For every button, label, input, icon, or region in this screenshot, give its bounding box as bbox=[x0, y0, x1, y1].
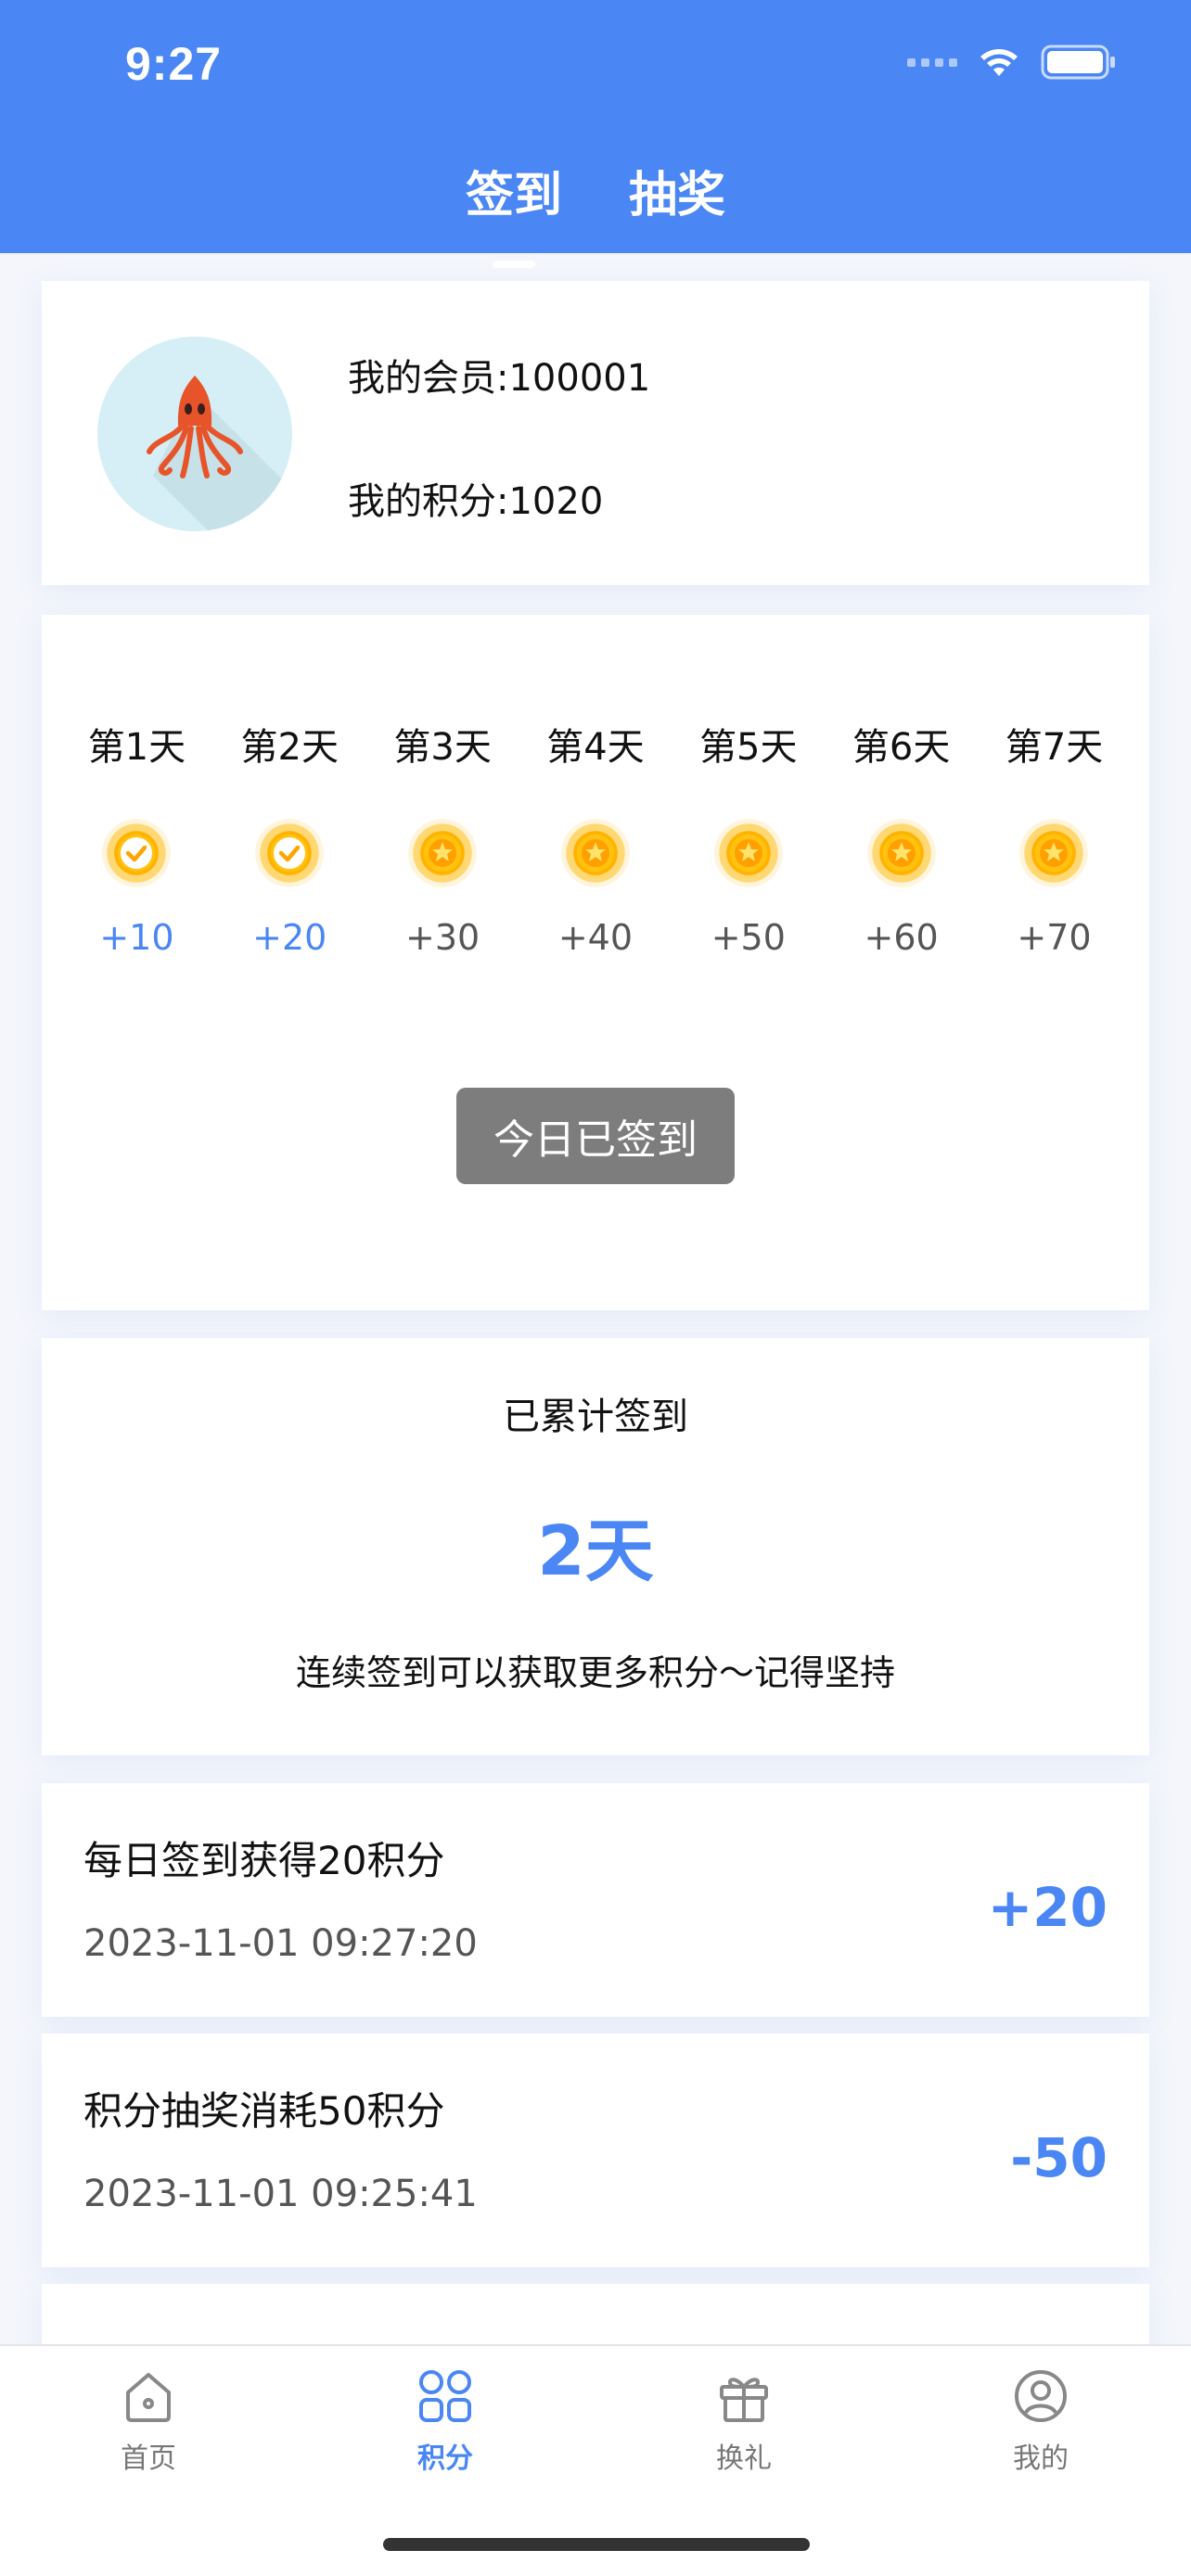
record-title: 每日签到获得20积分 bbox=[83, 1838, 445, 1883]
day-points: +40 bbox=[557, 917, 634, 958]
record-time: 2023-11-01 09:27:20 bbox=[83, 1922, 478, 1965]
star-coin-icon bbox=[560, 819, 630, 887]
record-time: 2023-11-01 09:25:41 bbox=[83, 2173, 478, 2215]
home-indicator bbox=[383, 2538, 810, 2551]
nav-label: 我的 bbox=[1013, 2442, 1069, 2475]
wifi-icon bbox=[978, 46, 1020, 78]
day-points: +20 bbox=[252, 917, 327, 958]
checkin-day: 第7天 +70 bbox=[993, 717, 1114, 958]
nav-gift[interactable]: 换礼 bbox=[670, 2366, 818, 2476]
tab-lottery[interactable]: 抽奖 bbox=[629, 156, 725, 225]
checkin-button[interactable]: 今日已签到 bbox=[456, 1088, 735, 1184]
day-label: 第1天 bbox=[87, 726, 186, 769]
day-points: +10 bbox=[99, 917, 174, 958]
gift-icon bbox=[720, 2378, 768, 2422]
summary-card: 已累计签到 2天 连续签到可以获取更多积分～记得坚持 bbox=[42, 1338, 1149, 1755]
star-coin-icon bbox=[408, 819, 478, 887]
user-icon bbox=[1015, 2370, 1067, 2422]
points-record[interactable]: 积分抽奖消耗50积分 2023-11-01 09:25:41 -50 bbox=[42, 2034, 1149, 2267]
points-record[interactable]: 每日签到获得20积分 2023-11-01 09:27:20 +20 bbox=[42, 1783, 1149, 2017]
checkin-day: 第1天 +10 bbox=[76, 717, 197, 958]
squid-icon bbox=[147, 376, 292, 531]
day-label: 第5天 bbox=[699, 726, 798, 769]
day-points: +30 bbox=[405, 917, 480, 958]
nav-label: 换礼 bbox=[716, 2442, 772, 2475]
grid-icon bbox=[419, 2370, 471, 2422]
battery-icon bbox=[1041, 45, 1117, 80]
star-coin-icon bbox=[1019, 819, 1089, 887]
checkin-day: 第4天 +40 bbox=[535, 717, 656, 958]
star-coin-icon bbox=[713, 819, 783, 887]
checkin-day: 第5天 +50 bbox=[688, 717, 809, 958]
checkin-day: 第6天 +60 bbox=[841, 717, 962, 958]
nav-home[interactable]: 首页 bbox=[74, 2366, 223, 2476]
status-time: 9:27 bbox=[125, 38, 223, 90]
star-coin-icon bbox=[866, 819, 936, 887]
summary-title: 已累计签到 bbox=[503, 1396, 688, 1438]
nav-label: 首页 bbox=[121, 2442, 176, 2475]
avatar bbox=[97, 337, 292, 531]
record-value: +20 bbox=[987, 1876, 1108, 1939]
nav-mine[interactable]: 我的 bbox=[967, 2366, 1115, 2476]
checkin-days: 第1天 +10 第2天 +20 第3天 +30 第4天 +40 第5天 +50 … bbox=[42, 717, 1149, 958]
member-id: 我的会员:100001 bbox=[348, 357, 651, 400]
top-tabs: 签到 抽奖 bbox=[0, 156, 1191, 225]
check-coin-icon bbox=[255, 819, 325, 887]
checkin-day: 第3天 +30 bbox=[382, 717, 503, 958]
day-label: 第6天 bbox=[852, 726, 951, 769]
day-points: +50 bbox=[711, 917, 786, 958]
summary-days: 2天 bbox=[537, 1511, 654, 1591]
record-title: 积分抽奖消耗50积分 bbox=[83, 2088, 445, 2134]
record-value: -50 bbox=[1010, 2126, 1108, 2189]
header: 9:27 签到 抽奖 bbox=[0, 0, 1191, 253]
signal-icon bbox=[907, 57, 957, 67]
day-label: 第7天 bbox=[1005, 726, 1104, 769]
day-points: +70 bbox=[1017, 917, 1092, 958]
nav-label: 积分 bbox=[417, 2442, 473, 2475]
nav-points[interactable]: 积分 bbox=[371, 2366, 519, 2476]
checkin-day: 第2天 +20 bbox=[229, 717, 350, 958]
checkin-card: 第1天 +10 第2天 +20 第3天 +30 第4天 +40 第5天 +50 … bbox=[42, 615, 1149, 1310]
profile-card: 我的会员:100001 我的积分:1020 bbox=[42, 281, 1149, 585]
day-label: 第4天 bbox=[546, 726, 645, 769]
check-coin-icon bbox=[102, 819, 172, 887]
day-points: +60 bbox=[864, 917, 939, 958]
summary-tip: 连续签到可以获取更多积分～记得坚持 bbox=[295, 1652, 895, 1693]
day-label: 第3天 bbox=[393, 726, 492, 769]
status-icons bbox=[907, 45, 1117, 80]
tab-checkin[interactable]: 签到 bbox=[466, 156, 562, 225]
day-label: 第2天 bbox=[240, 726, 339, 769]
home-icon bbox=[126, 2373, 171, 2422]
member-points: 我的积分:1020 bbox=[348, 480, 604, 523]
